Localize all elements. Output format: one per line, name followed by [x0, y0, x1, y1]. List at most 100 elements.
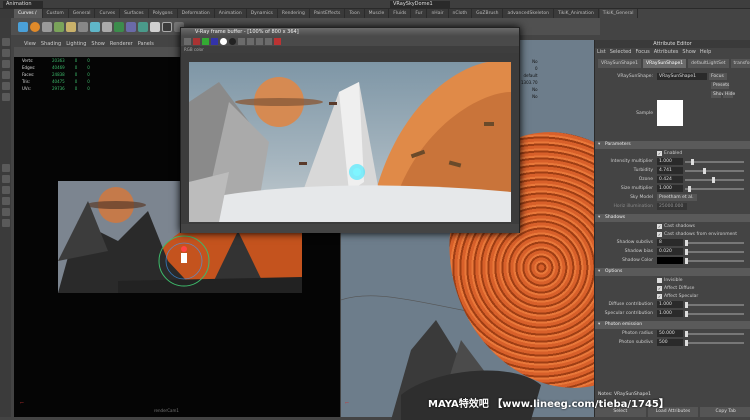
- shelf-tab[interactable]: nCloth: [449, 9, 473, 18]
- attr-slider[interactable]: [685, 248, 744, 255]
- attr-field[interactable]: 50.000: [657, 330, 683, 337]
- alpha-icon[interactable]: [220, 37, 227, 45]
- shelf-tab[interactable]: Deformation: [178, 9, 215, 18]
- layout-single-icon[interactable]: [1, 164, 10, 172]
- attr-field[interactable]: 0.020: [657, 248, 683, 255]
- shelf-tab[interactable]: TikiK_Animation: [554, 9, 599, 18]
- shelf-tab[interactable]: Surfaces: [120, 9, 149, 18]
- shelf-tab[interactable]: Fur: [411, 9, 428, 18]
- viewport-menu-item[interactable]: Renderer: [110, 41, 133, 47]
- ae-menu-item[interactable]: Show: [682, 48, 696, 56]
- option-checkbox[interactable]: [657, 277, 662, 283]
- slider-knob[interactable]: [685, 248, 688, 255]
- select-icon[interactable]: [18, 21, 28, 32]
- attr-slider[interactable]: [685, 257, 744, 264]
- attr-slider[interactable]: [685, 185, 744, 192]
- focus-button[interactable]: Focus: [709, 73, 727, 80]
- attr-field[interactable]: 1.000: [657, 301, 683, 308]
- history-icon[interactable]: [256, 37, 263, 45]
- outliner-icon[interactable]: [1, 208, 10, 216]
- enabled-checkbox[interactable]: ✓: [657, 150, 662, 156]
- shelf-tab[interactable]: Polygons: [149, 9, 178, 18]
- ae-menu-item[interactable]: Attributes: [654, 48, 679, 56]
- ae-menu-item[interactable]: Focus: [635, 48, 649, 56]
- viewport-menu-item[interactable]: Shading: [41, 41, 61, 47]
- slider-knob[interactable]: [685, 330, 688, 337]
- slider-knob[interactable]: [685, 339, 688, 346]
- rotate-tool-icon[interactable]: [1, 82, 10, 90]
- shelf-tab[interactable]: Animation: [215, 9, 247, 18]
- shelf-tab[interactable]: Toon: [345, 9, 365, 18]
- channel-select[interactable]: RGB color: [181, 46, 519, 53]
- mirror-icon[interactable]: [162, 21, 172, 32]
- attr-slider[interactable]: [685, 301, 744, 308]
- slider-knob[interactable]: [685, 310, 688, 317]
- option-checkbox[interactable]: ✓: [657, 285, 662, 291]
- horiz-illum-field[interactable]: 25000.000: [657, 203, 687, 210]
- ae-menu-item[interactable]: Selected: [610, 48, 632, 56]
- green-channel-icon[interactable]: [202, 37, 209, 45]
- node-name-field[interactable]: VRaySunShape1: [657, 73, 707, 80]
- combine-icon[interactable]: [126, 21, 136, 32]
- attr-slider[interactable]: [685, 176, 744, 183]
- section-parameters[interactable]: Parameters: [595, 141, 750, 149]
- attr-slider[interactable]: [685, 239, 744, 246]
- attr-slider[interactable]: [685, 339, 744, 346]
- viewport-menu-item[interactable]: View: [24, 41, 36, 47]
- slider-knob[interactable]: [685, 239, 688, 246]
- layout-stack-icon[interactable]: [1, 197, 10, 205]
- attr-field[interactable]: 500: [657, 339, 683, 346]
- attr-field[interactable]: 1.000: [657, 310, 683, 317]
- ae-menu-item[interactable]: Help: [700, 48, 711, 56]
- shelf-tab[interactable]: Rendering: [278, 9, 310, 18]
- extrude-icon[interactable]: [138, 21, 148, 32]
- shelf-tab[interactable]: Custom: [43, 9, 69, 18]
- shelf-tab[interactable]: TikiK_General: [599, 9, 639, 18]
- ae-button[interactable]: Copy Tab: [700, 407, 750, 417]
- cylinder-icon[interactable]: [54, 21, 64, 32]
- viewport-menu-item[interactable]: Show: [91, 41, 105, 47]
- lasso-tool-icon[interactable]: [1, 49, 10, 57]
- shelf-tab[interactable]: Fluids: [389, 9, 412, 18]
- viewport-menu-item[interactable]: Panels: [138, 41, 154, 47]
- section-photon[interactable]: Photon emission: [595, 321, 750, 329]
- shelf-tab[interactable]: Curves: [95, 9, 121, 18]
- layout-four-icon[interactable]: [1, 175, 10, 183]
- shelf-tab[interactable]: nHair: [427, 9, 449, 18]
- attr-field[interactable]: 1.000: [657, 185, 683, 192]
- graph-icon[interactable]: [1, 219, 10, 227]
- slider-knob[interactable]: [702, 167, 706, 174]
- cast-env-checkbox[interactable]: ✓: [657, 231, 662, 237]
- shelf-tab[interactable]: PaintEffects: [310, 9, 346, 18]
- ae-tab[interactable]: transform1: [730, 59, 750, 68]
- attr-slider[interactable]: [685, 330, 744, 337]
- mode-selector[interactable]: Animation: [3, 0, 43, 8]
- option-checkbox[interactable]: ✓: [657, 293, 662, 299]
- select-tool-icon[interactable]: [1, 38, 10, 46]
- poly-icon[interactable]: [114, 21, 124, 32]
- torus-icon[interactable]: [90, 21, 100, 32]
- paint-select-icon[interactable]: [1, 60, 10, 68]
- tool-icon[interactable]: [102, 21, 112, 32]
- attr-slider[interactable]: [685, 158, 744, 165]
- vray-frame-buffer[interactable]: V-Ray frame buffer - [100% of 800 x 364]…: [180, 27, 520, 233]
- scale-tool-icon[interactable]: [1, 93, 10, 101]
- mono-icon[interactable]: [229, 37, 236, 45]
- shelf-tab[interactable]: GoZBrush: [472, 9, 504, 18]
- attr-field[interactable]: 1.000: [657, 158, 683, 165]
- layout-side-icon[interactable]: [1, 186, 10, 194]
- slider-knob[interactable]: [687, 185, 691, 192]
- ae-tab[interactable]: VRaySunShape1: [643, 59, 687, 68]
- hide-button[interactable]: Hide: [723, 91, 735, 98]
- object-field[interactable]: VRaySkyDome1: [390, 0, 450, 8]
- clear-icon[interactable]: [247, 37, 254, 45]
- viewport-menu-item[interactable]: Lighting: [66, 41, 86, 47]
- shelf-tab[interactable]: Dynamics: [247, 9, 278, 18]
- render-icon[interactable]: [274, 37, 281, 45]
- plane-icon[interactable]: [78, 21, 88, 32]
- rgb-icon[interactable]: [184, 37, 191, 45]
- cube-icon[interactable]: [42, 21, 52, 32]
- attr-field[interactable]: 4.741: [657, 167, 683, 174]
- slider-knob[interactable]: [685, 301, 688, 308]
- cone-icon[interactable]: [66, 21, 76, 32]
